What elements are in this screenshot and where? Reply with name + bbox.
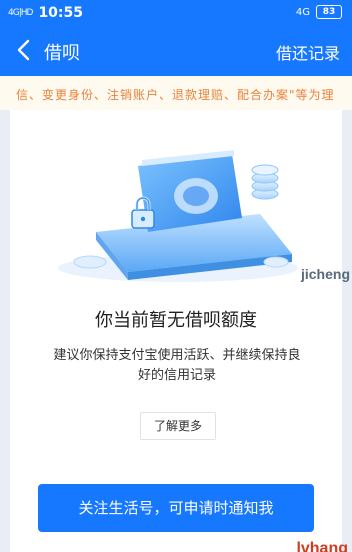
follow-lifestyle-account-button[interactable]: 关注生活号，可申请时通知我 <box>38 484 314 532</box>
status-time: 10:55 <box>38 5 84 21</box>
learn-more-button[interactable]: 了解更多 <box>140 412 216 440</box>
empty-illustration <box>10 144 342 304</box>
status-left: 4G|HD 10:55 <box>8 5 83 21</box>
status-bar: 4G|HD 10:55 4G 83 <box>0 0 352 26</box>
records-link[interactable]: 借还记录 <box>276 40 340 64</box>
main-card: 你当前暂无借呗额度 建议你保持支付宝使用活跃、并继续保持良好的信用记录 了解更多… <box>10 110 342 552</box>
notice-text: 信、变更身份、注销账户、退款理赔、配合办案"等为理 <box>16 88 335 102</box>
network-label: 4G <box>295 6 310 18</box>
notice-banner: 信、变更身份、注销账户、退款理赔、配合办案"等为理 <box>0 76 352 110</box>
empty-state-description: 建议你保持支付宝使用活跃、并继续保持良好的信用记录 <box>53 348 301 383</box>
nav-bar: 借呗 借还记录 <box>0 26 352 76</box>
back-arrow-icon[interactable] <box>12 36 40 64</box>
status-right: 4G 83 <box>296 5 342 19</box>
page-title: 借呗 <box>44 43 80 64</box>
watermark-bottom-text: lvhang <box>296 540 348 552</box>
watermark-text: jicheng <box>300 266 350 282</box>
empty-state-title: 你当前暂无借呗额度 <box>95 310 257 331</box>
signal-icon: 4G|HD <box>8 8 33 18</box>
battery-icon: 83 <box>316 5 342 19</box>
